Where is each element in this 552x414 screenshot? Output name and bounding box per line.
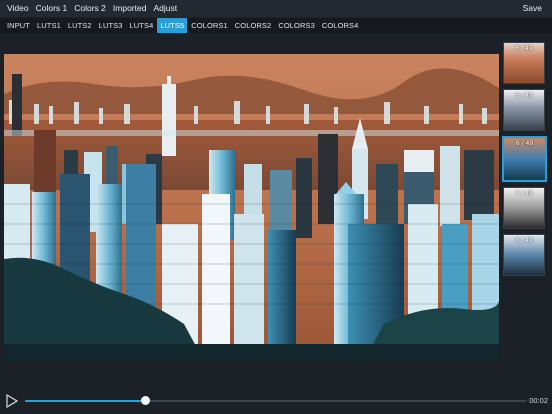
preset-thumbnail[interactable]: 6 / 49 xyxy=(503,42,545,84)
menu-adjust[interactable]: Adjust xyxy=(146,0,177,17)
tab-colors1[interactable]: COLORS1 xyxy=(188,18,231,33)
preset-thumbnail[interactable]: 6 / 49 xyxy=(503,89,545,131)
play-icon[interactable] xyxy=(6,394,18,408)
menu-colors-1[interactable]: Colors 1 xyxy=(29,0,68,17)
tab-colors4[interactable]: COLORS4 xyxy=(319,18,362,33)
thumbnail-label: 7 / 49 xyxy=(515,190,533,197)
playback-bar: 00:02 xyxy=(0,382,552,414)
tab-luts4[interactable]: LUTS4 xyxy=(127,18,157,33)
filter-tabs: INPUT LUTS1 LUTS2 LUTS3 LUTS4 LUTS5 COLO… xyxy=(0,18,552,33)
menu-video[interactable]: Video xyxy=(0,0,29,17)
tab-luts1[interactable]: LUTS1 xyxy=(34,18,64,33)
current-time: 00:02 xyxy=(529,396,548,405)
menu-colors-2[interactable]: Colors 2 xyxy=(67,0,106,17)
preset-thumbnails: 6 / 49 6 / 49 6 / 49 7 / 49 8 / 49 xyxy=(502,42,548,281)
tab-colors3[interactable]: COLORS3 xyxy=(275,18,318,33)
preset-thumbnail[interactable]: 8 / 49 xyxy=(503,234,545,276)
thumbnail-label: 6 / 49 xyxy=(515,45,533,52)
scrubber-knob[interactable] xyxy=(141,396,151,405)
thumbnail-label: 6 / 49 xyxy=(515,140,534,147)
tab-input[interactable]: INPUT xyxy=(4,18,33,33)
menu-bar: Video Colors 1 Colors 2 Imported Adjust … xyxy=(0,0,552,17)
tab-luts5[interactable]: LUTS5 xyxy=(157,18,188,33)
scrubber-progress xyxy=(25,400,146,402)
tab-luts3[interactable]: LUTS3 xyxy=(96,18,126,33)
thumbnail-label: 6 / 49 xyxy=(515,92,533,99)
save-button[interactable]: Save xyxy=(523,0,542,17)
thumbnail-label: 8 / 49 xyxy=(515,237,533,244)
menu-imported[interactable]: Imported xyxy=(106,0,147,17)
preset-thumbnail[interactable]: 7 / 49 xyxy=(503,187,545,229)
scrubber-track[interactable] xyxy=(25,396,527,405)
cityscape-image xyxy=(4,54,499,361)
photo-preview[interactable] xyxy=(4,54,499,361)
editor-app: Video Colors 1 Colors 2 Imported Adjust … xyxy=(0,0,552,414)
preset-thumbnail-selected[interactable]: 6 / 49 xyxy=(502,136,547,182)
tab-luts2[interactable]: LUTS2 xyxy=(65,18,95,33)
tab-colors2[interactable]: COLORS2 xyxy=(232,18,275,33)
